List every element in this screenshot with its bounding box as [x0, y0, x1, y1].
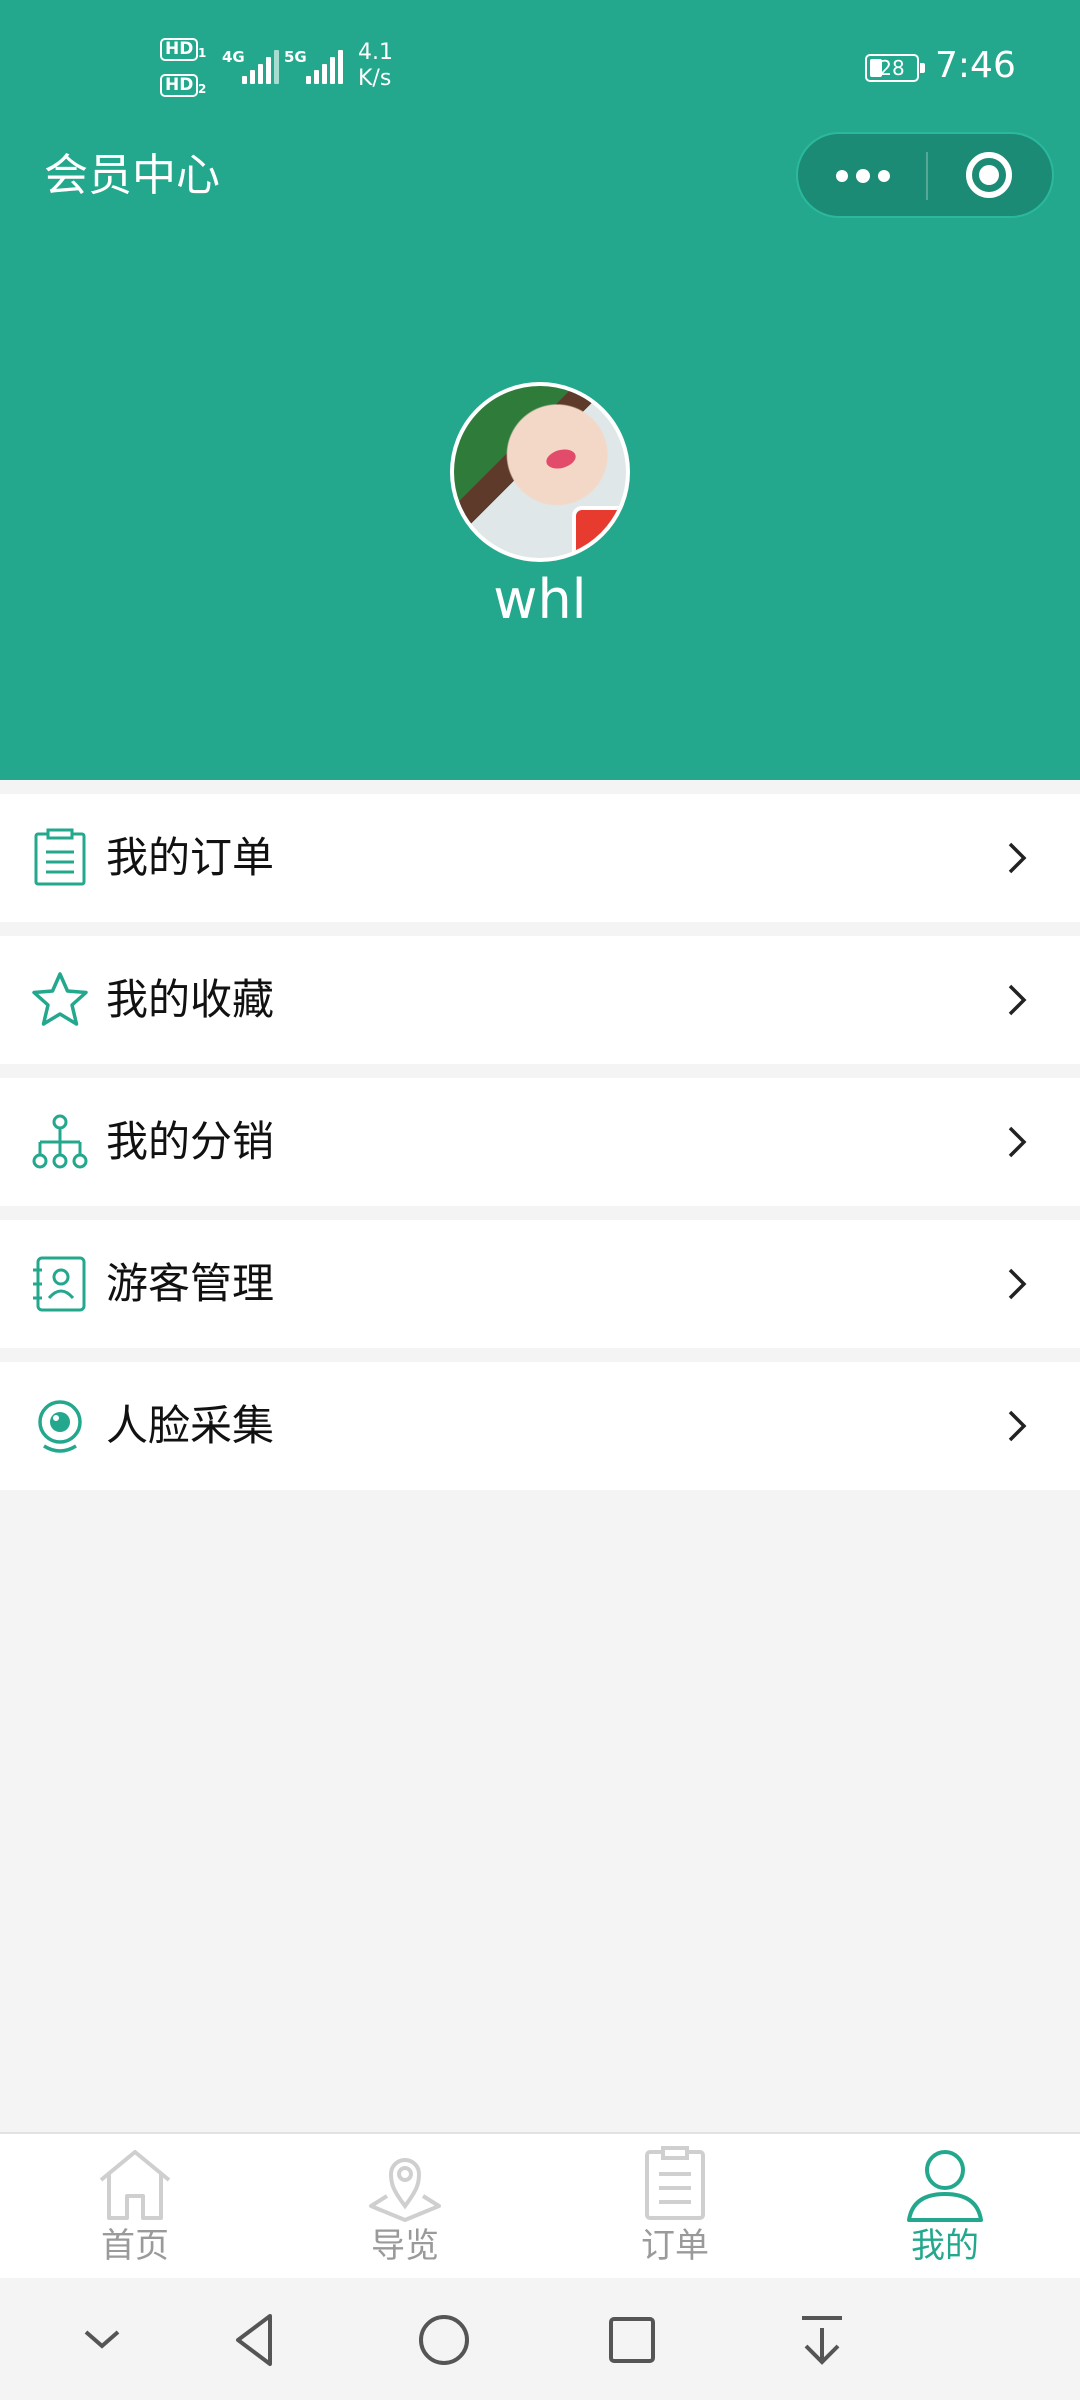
menu-item-my-favorites[interactable]: 我的收藏: [0, 936, 1080, 1064]
menu-item-my-distribution[interactable]: 我的分销: [0, 1078, 1080, 1206]
battery-level: 28: [879, 56, 905, 80]
menu-item-label: 我的订单: [106, 833, 275, 882]
tab-bar: 首页 导览 订单 我的: [0, 2132, 1080, 2278]
network-speed: 4.1 K/s: [358, 40, 393, 91]
order-icon: [34, 828, 86, 886]
recent-apps-square-icon[interactable]: [600, 2308, 664, 2372]
menu-item-label: 人脸采集: [106, 1401, 275, 1450]
hd-badge-icon: HD: [160, 74, 199, 97]
flag-badge-icon: [572, 506, 626, 558]
signal-bars-icon: [306, 50, 344, 84]
user-icon: [907, 2150, 983, 2222]
chevron-right-icon: [1008, 1268, 1027, 1300]
tab-label: 我的: [911, 2226, 979, 2266]
tab-mine[interactable]: 我的: [810, 2134, 1080, 2280]
chevron-right-icon: [1008, 984, 1027, 1016]
menu-item-label: 我的收藏: [106, 975, 275, 1024]
home-circle-icon[interactable]: [412, 2308, 476, 2372]
close-miniprogram-button[interactable]: [928, 134, 1052, 216]
tab-orders[interactable]: 订单: [540, 2134, 810, 2280]
map-pin-icon: [369, 2158, 441, 2222]
distribution-tree-icon: [32, 1114, 88, 1169]
star-icon: [32, 972, 88, 1026]
tab-label: 导览: [371, 2226, 439, 2266]
clipboard-icon: [645, 2146, 705, 2220]
home-icon: [99, 2150, 171, 2220]
menu-item-face-capture[interactable]: 人脸采集: [0, 1362, 1080, 1490]
signal-bars-icon: [242, 50, 280, 84]
tab-label: 订单: [641, 2226, 709, 2266]
header: HD 1 HD 2 4G 5G 4.1 K/s 28 7:46 会员中心 whl: [0, 0, 1080, 780]
tab-label: 首页: [101, 2226, 169, 2266]
chevron-right-icon: [1008, 1126, 1027, 1158]
tab-guide[interactable]: 导览: [270, 2134, 540, 2280]
hd-badge-icon: HD: [160, 38, 199, 61]
system-navigation-bar: [0, 2278, 1080, 2400]
menu-item-my-orders[interactable]: 我的订单: [0, 794, 1080, 922]
page-title: 会员中心: [44, 150, 220, 201]
username: whl: [493, 568, 587, 631]
battery-icon: 28: [865, 54, 925, 82]
status-bar: HD 1 HD 2 4G 5G 4.1 K/s 28 7:46: [0, 0, 1080, 130]
menu-item-visitor-management[interactable]: 游客管理: [0, 1220, 1080, 1348]
status-time: 7:46: [935, 45, 1016, 86]
avatar[interactable]: [450, 382, 630, 562]
network-type-2: 5G: [284, 48, 307, 66]
more-options-button[interactable]: [798, 134, 926, 216]
menu-item-label: 我的分销: [106, 1117, 275, 1166]
notification-pull-down-icon[interactable]: [790, 2308, 854, 2372]
back-triangle-icon[interactable]: [224, 2308, 288, 2372]
tab-home[interactable]: 首页: [0, 2134, 270, 2280]
miniprogram-capsule: [796, 132, 1054, 218]
chevron-right-icon: [1008, 842, 1027, 874]
chevron-down-icon[interactable]: [70, 2308, 134, 2372]
visitor-contacts-icon: [33, 1256, 86, 1312]
camera-icon: [38, 1400, 82, 1453]
menu-item-label: 游客管理: [106, 1259, 275, 1308]
chevron-right-icon: [1008, 1410, 1027, 1442]
